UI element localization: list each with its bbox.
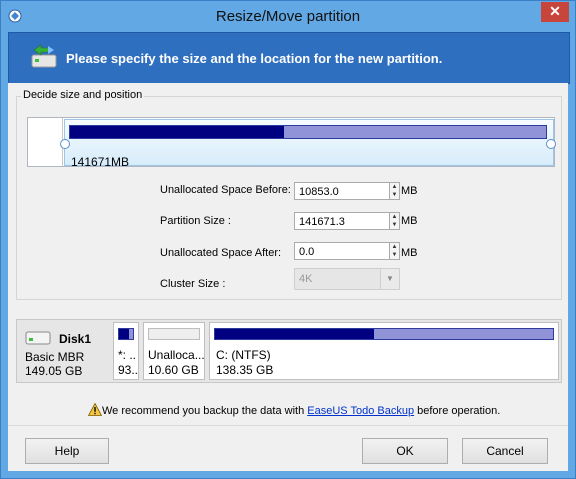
partition-size-input[interactable]: 141671.3 xyxy=(294,212,390,230)
partition-size-label: 141671MB xyxy=(71,155,130,169)
warning-icon xyxy=(88,403,102,416)
partition-size-unit: MB xyxy=(401,215,418,227)
partition-size: 138.35 GB xyxy=(216,363,274,377)
cluster-size-select: 4K ▼ xyxy=(294,268,400,290)
partition-move-icon xyxy=(31,44,57,68)
disk-info[interactable]: Disk1 Basic MBR 149.05 GB xyxy=(17,320,107,382)
partition-usage-fill xyxy=(215,329,374,339)
unalloc-before-label: Unallocated Space Before: xyxy=(160,184,291,196)
unalloc-before-input[interactable]: 10853.0 xyxy=(294,182,390,200)
disk-size: 149.05 GB xyxy=(25,364,83,378)
disk-name: Disk1 xyxy=(59,332,92,346)
partition-usage-bar xyxy=(69,125,547,139)
dialog-content: Decide size and position 141671MB Unallo… xyxy=(8,83,568,471)
warning-text-before: We recommend you backup the data with xyxy=(102,405,308,417)
unalloc-after-label: Unallocated Space After: xyxy=(160,247,282,259)
disk-type: Basic MBR xyxy=(25,350,85,364)
partition-label: *: .. xyxy=(118,348,137,362)
cancel-button[interactable]: Cancel xyxy=(462,438,548,464)
close-button[interactable]: ✕ xyxy=(541,2,569,22)
unalloc-after-input[interactable]: 0.0 xyxy=(294,242,390,260)
unalloc-after-spinner[interactable]: ▲ ▼ xyxy=(389,242,400,260)
partition-label: Unalloca... xyxy=(148,348,204,362)
warning-text-after: before operation. xyxy=(414,405,501,417)
button-bar: Help OK Cancel xyxy=(8,425,568,472)
cluster-size-value: 4K xyxy=(299,273,313,285)
partition-size-field-label: Partition Size : xyxy=(160,215,231,227)
group-label: Decide size and position xyxy=(21,89,145,101)
unalloc-after-unit: MB xyxy=(401,247,418,259)
window-title: Resize/Move partition xyxy=(215,8,361,25)
unallocated-before-area xyxy=(28,118,63,166)
partition-block[interactable]: 141671MB xyxy=(64,119,554,169)
partition-cell-unallocated[interactable]: Unalloca... 10.60 GB xyxy=(143,322,205,380)
left-resize-handle[interactable] xyxy=(60,139,70,149)
partition-preview: 141671MB xyxy=(27,117,556,169)
partition-usage-fill xyxy=(119,329,129,339)
dialog-window: Resize/Move partition ✕ Please specify t… xyxy=(0,0,576,479)
right-resize-handle[interactable] xyxy=(546,139,556,149)
unallocated-bar xyxy=(148,328,200,340)
backup-warning: We recommend you backup the data with Ea… xyxy=(88,403,500,417)
partition-cell-c[interactable]: C: (NTFS) 138.35 GB xyxy=(209,322,559,380)
partition-size-spinner[interactable]: ▲ ▼ xyxy=(389,212,400,230)
disk-map: Disk1 Basic MBR 149.05 GB *: .. 93... Un… xyxy=(16,319,562,383)
unalloc-before-unit: MB xyxy=(401,185,418,197)
partition-cell-system[interactable]: *: .. 93... xyxy=(113,322,139,380)
size-position-group: Decide size and position 141671MB Unallo… xyxy=(16,89,562,300)
help-button[interactable]: Help xyxy=(25,438,109,464)
partition-usage-bar xyxy=(118,328,134,340)
partition-size: 93... xyxy=(118,363,138,377)
cluster-size-label: Cluster Size : xyxy=(160,278,226,290)
header-banner: Please specify the size and the location… xyxy=(8,32,570,84)
partition-usage-bar xyxy=(214,328,554,340)
partition-usage-fill xyxy=(70,126,285,138)
hard-disk-icon xyxy=(25,331,51,345)
partition-size: 10.60 GB xyxy=(148,363,199,377)
title-bar[interactable]: Resize/Move partition ✕ xyxy=(1,1,575,31)
banner-text: Please specify the size and the location… xyxy=(66,51,443,66)
easeus-todo-backup-link[interactable]: EaseUS Todo Backup xyxy=(307,405,414,417)
chevron-down-icon: ▼ xyxy=(380,269,399,289)
partition-label: C: (NTFS) xyxy=(216,348,271,362)
unalloc-before-spinner[interactable]: ▲ ▼ xyxy=(389,182,400,200)
ok-button[interactable]: OK xyxy=(362,438,448,464)
